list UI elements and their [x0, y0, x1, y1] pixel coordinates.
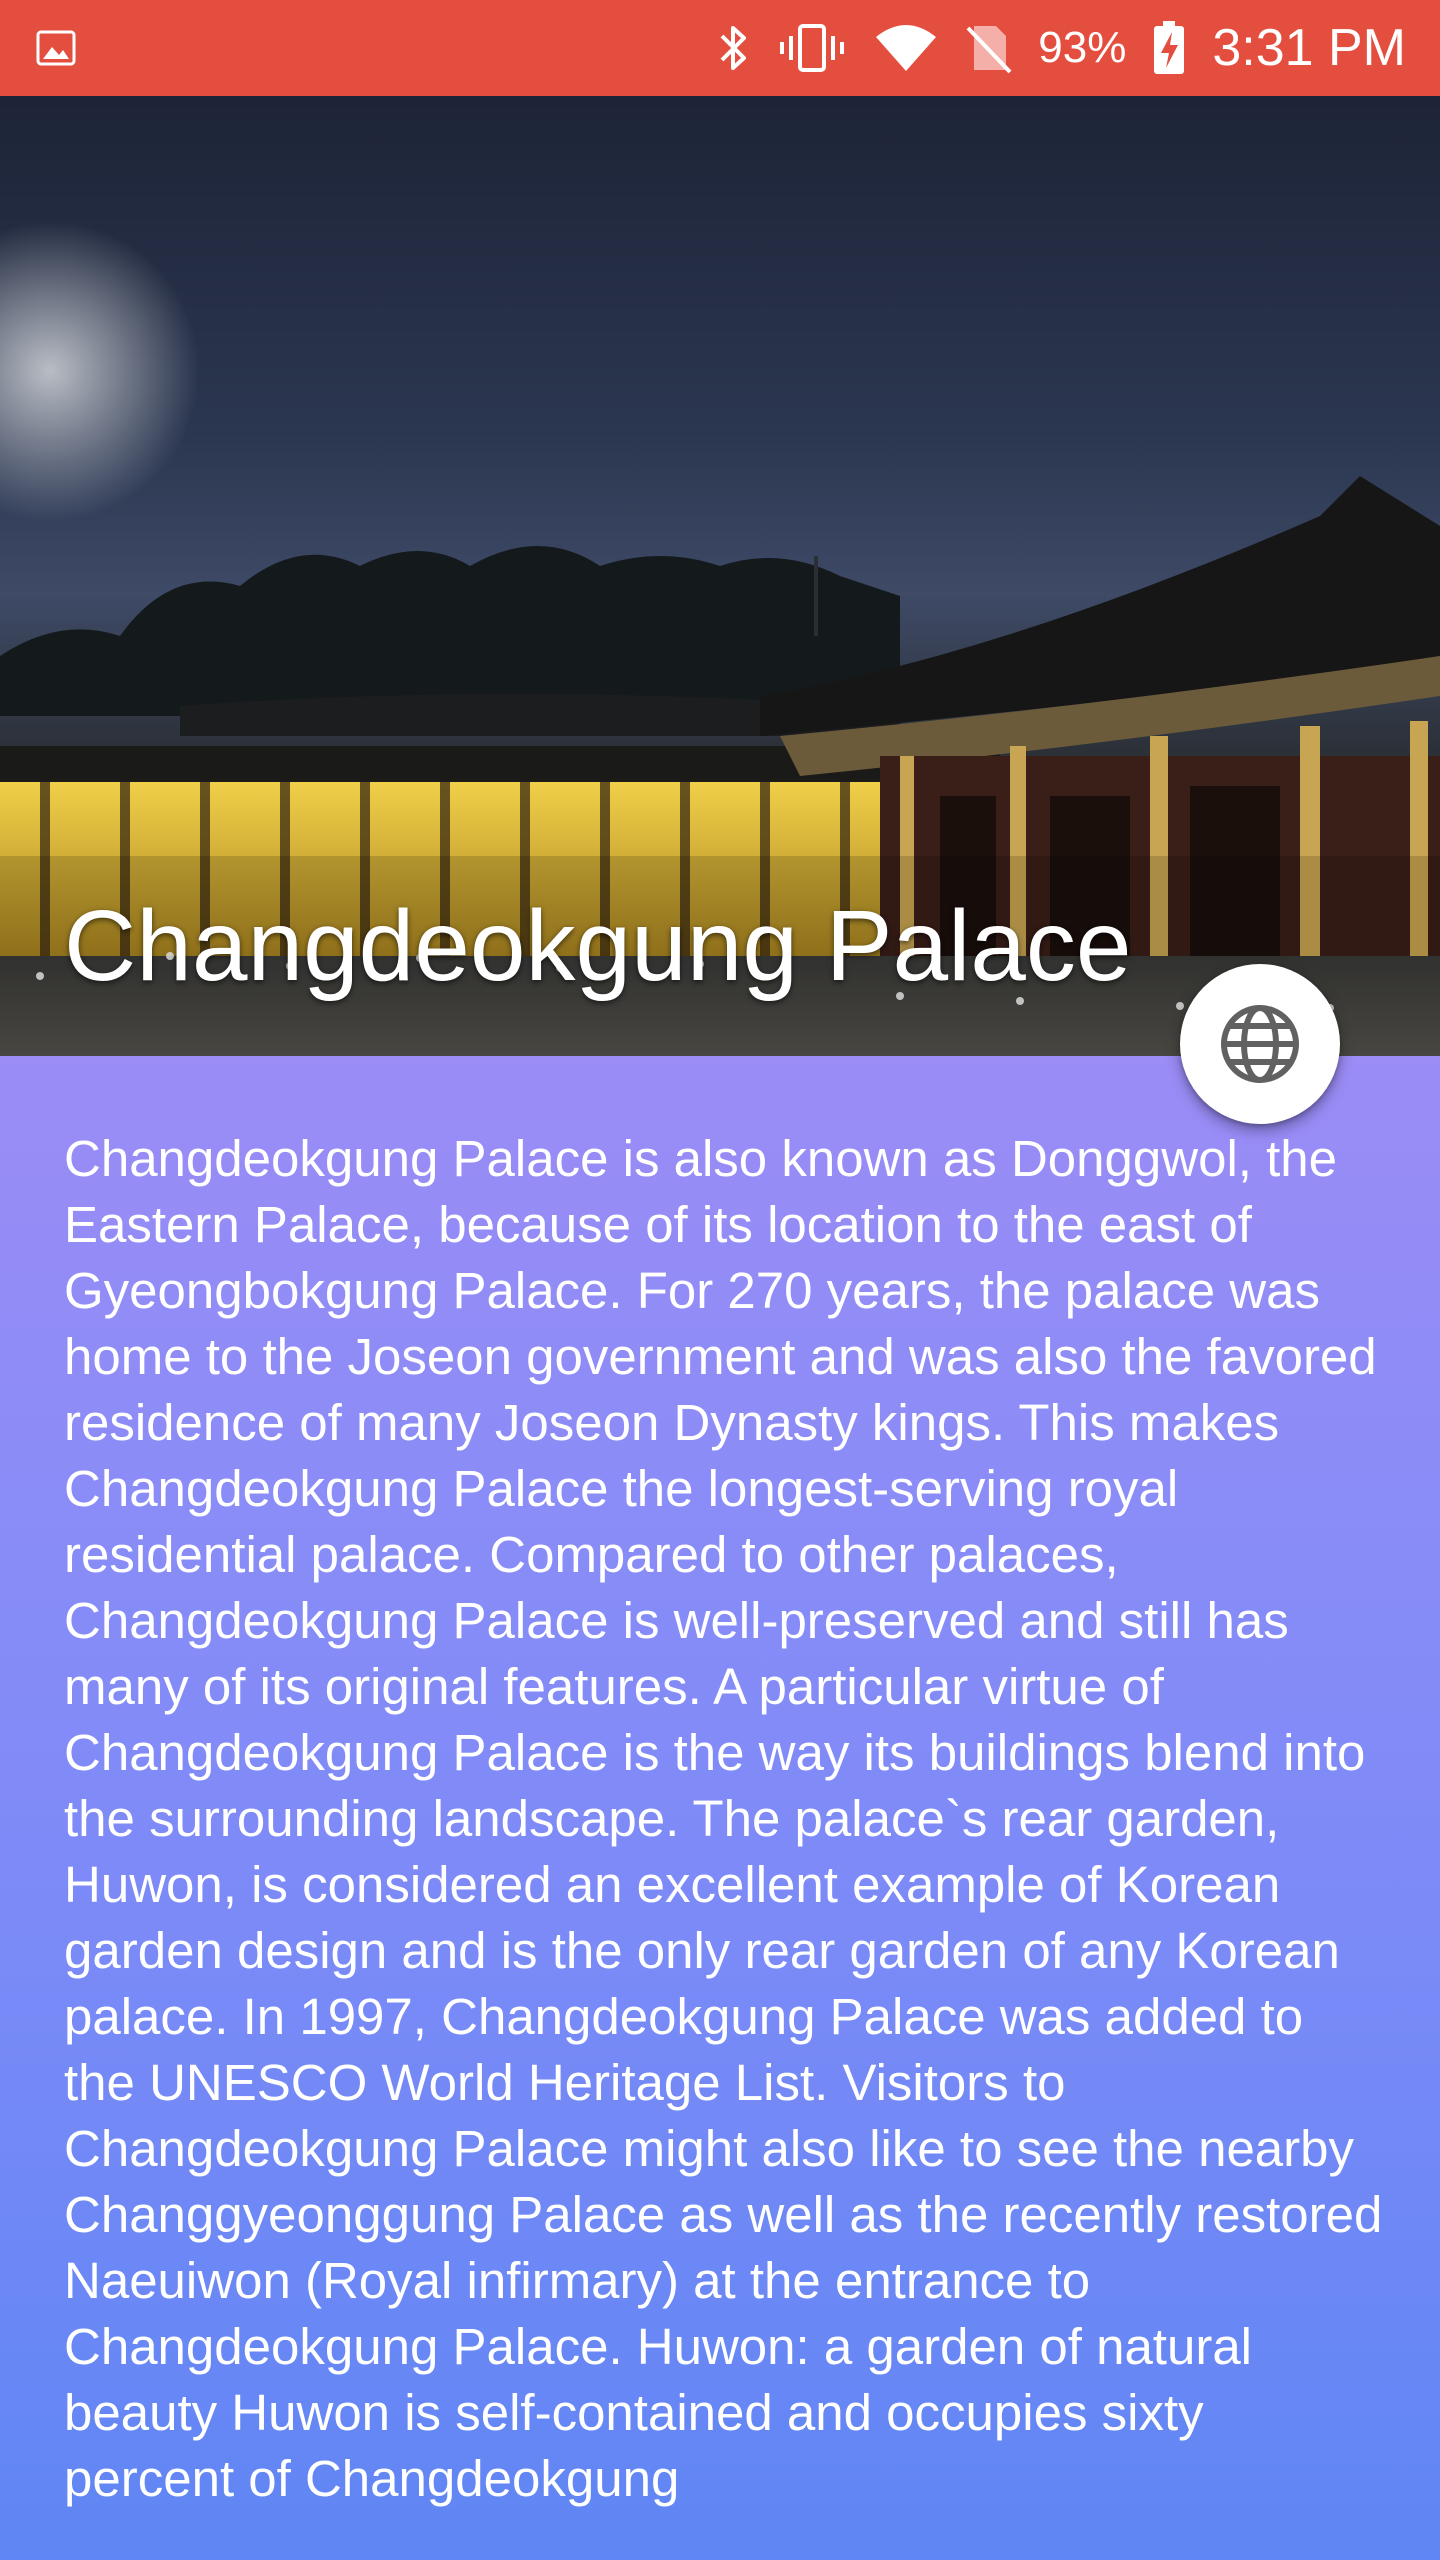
hero-image: Changdeokgung Palace — [0, 96, 1440, 1056]
battery-percent: 93% — [1038, 23, 1127, 72]
battery-charging-icon — [1152, 20, 1186, 76]
image-icon — [36, 30, 76, 66]
wifi-icon — [874, 23, 938, 73]
page-title: Changdeokgung Palace — [64, 890, 1132, 1002]
status-bar: 93% 3:31 PM — [0, 0, 1440, 96]
bluetooth-icon — [716, 22, 750, 74]
description-text: Changdeokgung Palace is also known as Do… — [64, 1130, 1383, 2507]
no-sim-icon — [964, 22, 1012, 74]
clock: 3:31 PM — [1212, 19, 1406, 77]
vibrate-icon — [776, 22, 848, 74]
content-panel: Changdeokgung Palace is also known as Do… — [0, 1056, 1440, 2560]
globe-icon — [1218, 1002, 1302, 1086]
language-button[interactable] — [1180, 964, 1340, 1124]
